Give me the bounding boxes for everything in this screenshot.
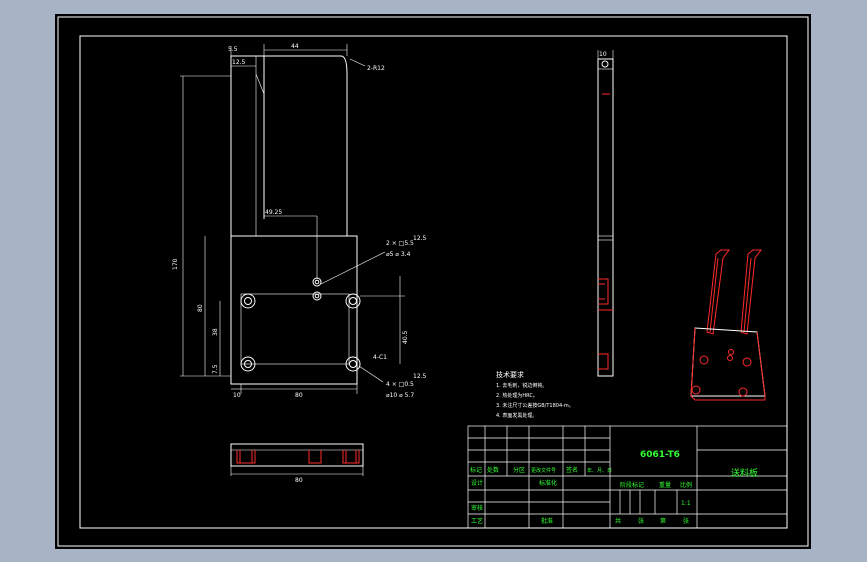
label-mark: 标记 xyxy=(470,466,482,474)
callout-b-rough: 12.5 xyxy=(413,373,427,380)
callout-a-qty: 2 × □5.5 xyxy=(386,240,414,247)
label-count: 处数 xyxy=(487,466,499,474)
label-review: 审核 xyxy=(471,504,483,512)
outer-frame xyxy=(57,16,809,547)
callout-a-spec: ⌀5 ⌀ 3.4 xyxy=(386,251,411,258)
label-change-doc: 更改文件号 xyxy=(531,467,556,474)
dim-sub: 49.25 xyxy=(265,209,282,216)
label-date: 年、月、日 xyxy=(587,467,612,474)
callout-b-spec: ⌀10 ⌀ 5.7 xyxy=(386,392,414,399)
note-3: 3. 未注尺寸公差按GB/T1804-m。 xyxy=(496,402,574,409)
label-scale: 比例 xyxy=(680,481,692,489)
label-standard: 标准化 xyxy=(539,479,557,487)
drawing-canvas: 5.5 44 12.5 2-R12 170 49.25 80 38 7.5 10… xyxy=(57,16,809,547)
dim-bottom-80: 80 xyxy=(295,392,303,399)
label-sign: 签名 xyxy=(566,466,578,474)
dim-left-38: 38 xyxy=(212,328,219,336)
side-dim-10: 10 xyxy=(599,51,607,58)
label-zone: 分区 xyxy=(513,466,525,474)
scale-value: 1:1 xyxy=(681,500,691,507)
notes-title: 技术要求 xyxy=(496,370,524,379)
material: 6061-T6 xyxy=(640,450,680,460)
label-approve: 批准 xyxy=(541,517,553,525)
sheets-total: 共 xyxy=(615,517,621,525)
label-weight: 重量 xyxy=(659,481,671,489)
note-2: 2. 热处理为HRC。 xyxy=(496,392,538,399)
callout-b-qty: 4 × □0.5 xyxy=(386,381,414,388)
front-dim-80: 80 xyxy=(295,477,303,484)
dim-w1: 5.5 xyxy=(228,46,238,53)
dim-radius: 2-R12 xyxy=(367,65,385,72)
note-4: 4. 表面发黑处理。 xyxy=(496,412,537,419)
sheet-no: 第 xyxy=(660,517,666,525)
dim-left-75: 7.5 xyxy=(212,364,219,374)
note-1: 1. 去毛刺，锐边倒钝。 xyxy=(496,382,547,389)
iso-view[interactable] xyxy=(690,249,766,401)
chamfer: 4-C1 xyxy=(373,354,387,361)
front-view xyxy=(230,443,364,476)
cad-viewport[interactable]: 5.5 44 12.5 2-R12 170 49.25 80 38 7.5 10… xyxy=(55,14,811,549)
part-name: 送料板 xyxy=(731,467,758,479)
sheet-label: 张 xyxy=(683,517,689,525)
dim-w2: 44 xyxy=(291,43,299,50)
label-design: 设计 xyxy=(471,479,483,487)
callout-a-rough: 12.5 xyxy=(413,235,427,242)
label-stage-mark: 阶段标记 xyxy=(620,481,644,489)
sheets-label: 张 xyxy=(638,517,644,525)
main-view xyxy=(180,44,405,394)
dim-left-80: 80 xyxy=(197,304,204,312)
dim-right: 40.5 xyxy=(402,330,409,344)
dim-height: 170 xyxy=(172,258,179,270)
inner-frame xyxy=(79,35,788,529)
label-process: 工艺 xyxy=(471,517,483,525)
side-view xyxy=(597,50,614,377)
dim-bottom-10: 10 xyxy=(233,392,241,399)
dim-w3: 12.5 xyxy=(232,59,246,66)
